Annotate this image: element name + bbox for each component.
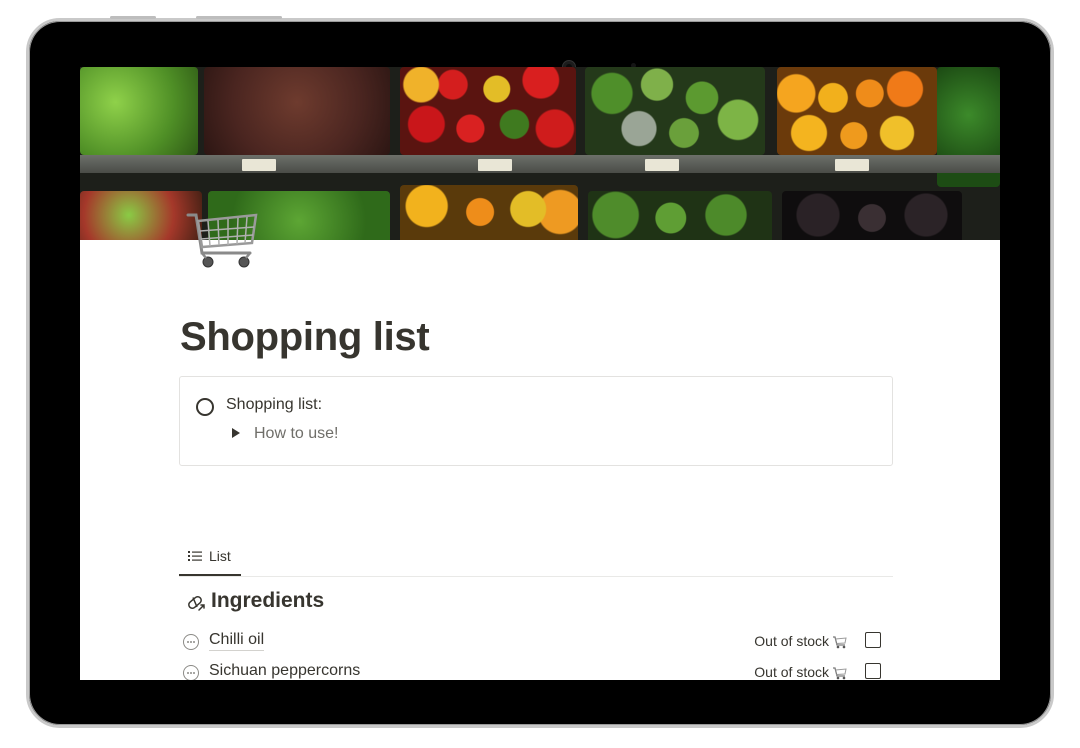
- in-cart-checkbox[interactable]: [865, 632, 881, 648]
- item-name[interactable]: Sichuan peppercorns: [209, 661, 360, 680]
- price-tag: [835, 159, 869, 171]
- shopping-cart-icon: [833, 667, 847, 680]
- lettuce-bin: [80, 67, 198, 155]
- orange-peppers-bin: [400, 185, 578, 240]
- yellow-peppers-bin: [777, 67, 937, 155]
- callout-block: Shopping list: How to use!: [179, 376, 893, 466]
- price-tag: [478, 159, 512, 171]
- status-label: Out of stock: [754, 633, 829, 649]
- item-name[interactable]: Chilli oil: [209, 630, 265, 651]
- list-icon: [188, 551, 202, 561]
- toggle-arrow-icon[interactable]: [232, 428, 240, 438]
- more-icon[interactable]: [183, 665, 199, 680]
- price-tag: [645, 159, 679, 171]
- list-item[interactable]: Sichuan peppercorns Out of stock: [180, 660, 885, 680]
- pill-icon: [188, 596, 205, 611]
- tab-list[interactable]: List: [179, 535, 241, 576]
- callout-todo-label[interactable]: Shopping list:: [226, 396, 322, 414]
- status-label: Out of stock: [754, 664, 829, 680]
- todo-circle-icon[interactable]: [196, 398, 214, 416]
- price-tag: [242, 159, 276, 171]
- tab-list-label: List: [209, 548, 231, 564]
- list-item[interactable]: Chilli oil Out of stock: [180, 629, 885, 657]
- in-cart-checkbox[interactable]: [865, 663, 881, 679]
- cucumber-bin: [585, 67, 765, 155]
- greens-bin: [204, 67, 390, 155]
- peppers-bin: [400, 67, 576, 155]
- group-title[interactable]: Ingredients: [211, 589, 324, 613]
- page-title[interactable]: Shopping list: [180, 315, 430, 360]
- view-tabs: List: [179, 535, 893, 577]
- device-button: [110, 16, 156, 19]
- toggle-label[interactable]: How to use!: [254, 425, 338, 443]
- zucchini-bin: [588, 191, 772, 240]
- more-icon[interactable]: [183, 634, 199, 650]
- notion-page: Shopping list Shopping list: How to use!…: [80, 67, 1000, 680]
- shopping-cart-icon: [833, 636, 847, 649]
- shopping-cart-icon[interactable]: [180, 195, 262, 277]
- device-button: [196, 16, 282, 19]
- eggplant-bin: [782, 191, 962, 240]
